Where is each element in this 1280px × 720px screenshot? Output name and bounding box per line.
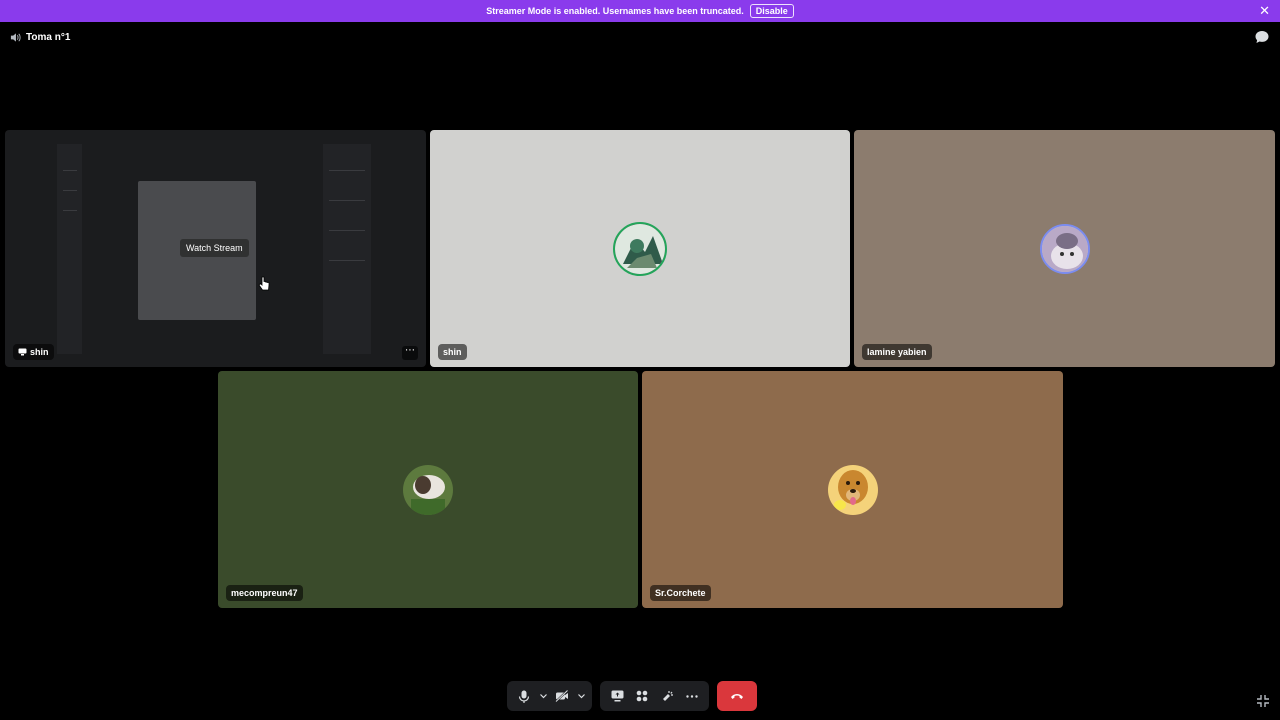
participant-tile[interactable]: lamine yabien: [854, 130, 1275, 367]
participant-name: mecompreun47: [231, 588, 298, 598]
microphone-icon[interactable]: [513, 685, 535, 707]
stream-line: [329, 200, 365, 201]
stream-line: [63, 170, 77, 171]
streamer-mode-banner: Streamer Mode is enabled. Usernames have…: [0, 0, 1280, 22]
participant-name: shin: [443, 347, 462, 357]
extra-controls-group: [600, 681, 709, 711]
chevron-down-icon[interactable]: [538, 685, 548, 707]
channel-header: Toma n°1: [10, 30, 70, 44]
participant-name-tag: Sr.Corchete: [650, 585, 711, 601]
participant-tile[interactable]: shin: [430, 130, 850, 367]
channel-name: Toma n°1: [26, 31, 71, 43]
participant-name-tag: shin: [438, 344, 467, 360]
ellipsis-icon[interactable]: ⋯: [402, 346, 418, 360]
avatar: [827, 464, 878, 515]
stream-name-tag: shin: [13, 344, 54, 360]
banner-message: Streamer Mode is enabled. Usernames have…: [486, 6, 744, 16]
stream-user-name: shin: [30, 347, 49, 357]
chat-icon[interactable]: [1254, 29, 1270, 45]
participant-name: lamine yabien: [867, 347, 927, 357]
disable-button[interactable]: Disable: [749, 4, 794, 18]
soundboard-icon[interactable]: [656, 685, 678, 707]
participant-name-tag: mecompreun47: [226, 585, 303, 601]
participant-name: Sr.Corchete: [655, 588, 706, 598]
stream-line: [329, 170, 365, 171]
media-controls-group: [507, 681, 592, 711]
participant-tile[interactable]: mecompreun47: [218, 371, 638, 608]
stream-sidebar-right: [323, 144, 371, 354]
speaker-icon: [10, 32, 21, 42]
stream-sidebar-left: [57, 144, 82, 354]
call-controls: [507, 681, 757, 711]
ellipsis-icon[interactable]: [681, 685, 703, 707]
camera-off-icon[interactable]: [551, 685, 573, 707]
hang-up-button[interactable]: [717, 681, 757, 711]
watch-stream-button[interactable]: Watch Stream: [180, 239, 249, 257]
participant-tile[interactable]: Sr.Corchete: [642, 371, 1063, 608]
stream-line: [329, 260, 365, 261]
stream-line: [329, 230, 365, 231]
avatar: [613, 221, 667, 276]
exit-fullscreen-icon[interactable]: [1256, 694, 1270, 708]
avatar: [403, 464, 453, 515]
cursor-icon: [258, 276, 270, 291]
stream-line: [63, 210, 77, 211]
activities-icon[interactable]: [631, 685, 653, 707]
stream-line: [63, 190, 77, 191]
participant-name-tag: lamine yabien: [862, 344, 932, 360]
hang-up-icon: [731, 694, 743, 699]
close-icon[interactable]: ✕: [1259, 4, 1270, 17]
avatar: [1039, 223, 1090, 274]
screen-share-icon: [18, 348, 27, 356]
stream-tile[interactable]: Watch Stream shin ⋯: [5, 130, 426, 367]
screen-share-icon[interactable]: [606, 685, 628, 707]
chevron-down-icon[interactable]: [576, 685, 586, 707]
